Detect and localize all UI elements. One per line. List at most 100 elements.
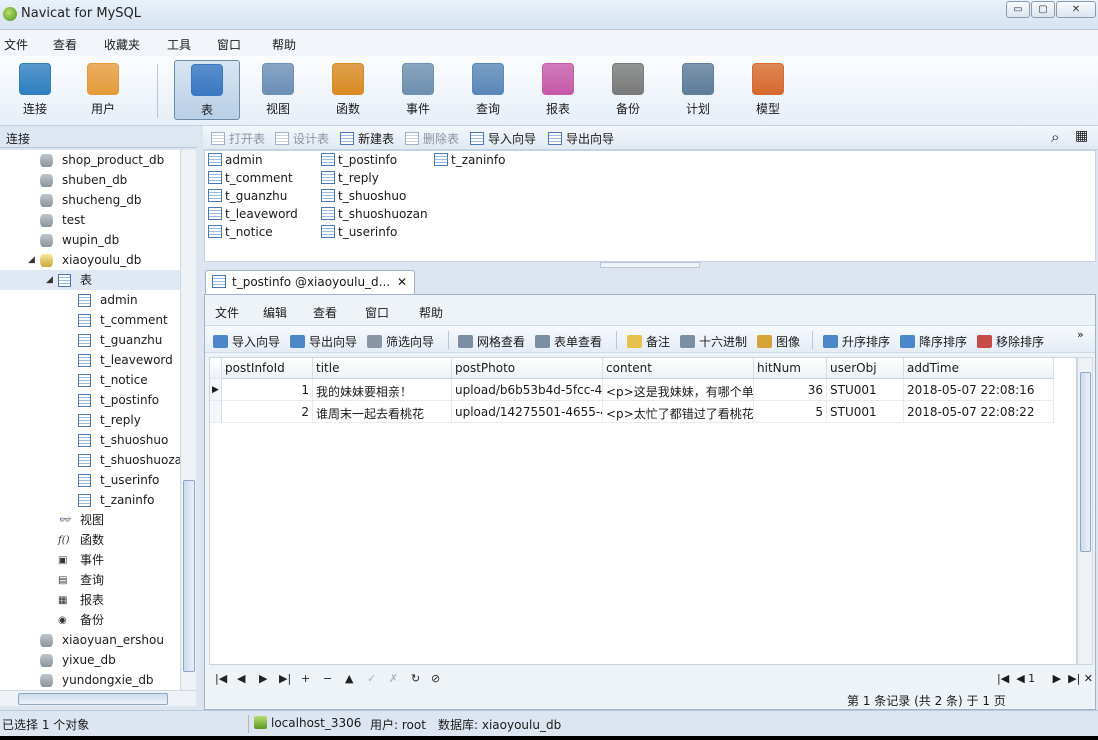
tree-item--[interactable]: ▦ 报表	[0, 590, 180, 610]
tab-t-postinfo[interactable]: t_postinfo @xiaoyoulu_d... ✕	[205, 270, 415, 294]
tree-item-yixue-db[interactable]: yixue_db	[0, 650, 180, 670]
new-table-button[interactable]: 新建表	[340, 130, 394, 147]
inner-menu-edit[interactable]: 编辑	[263, 304, 287, 321]
table-cell[interactable]: 1	[222, 379, 313, 401]
expand-arrow-icon[interactable]: ◢	[28, 250, 35, 270]
current-row-marker[interactable]: ▶	[210, 379, 222, 401]
menu-help[interactable]: 帮助	[272, 36, 296, 53]
table-cell[interactable]: STU001	[827, 379, 904, 401]
last-record-button[interactable]: ▶|	[279, 672, 291, 685]
toolbar-function-button[interactable]: 函数	[315, 60, 381, 120]
column-header-addtime[interactable]: addTime	[904, 358, 1054, 379]
menu-view[interactable]: 查看	[53, 36, 77, 53]
tree-item-wupin-db[interactable]: wupin_db	[0, 230, 180, 250]
delete-table-button[interactable]: 删除表	[405, 130, 459, 147]
tree-item--[interactable]: ◉ 备份	[0, 610, 180, 630]
tree-item-t-notice[interactable]: t_notice	[0, 370, 180, 390]
table-cell[interactable]: 36	[754, 379, 827, 401]
tree-item-xiaoyuan-ershou[interactable]: xiaoyuan_ershou	[0, 630, 180, 650]
pager-page-number[interactable]: 1	[1028, 672, 1035, 685]
table-cell[interactable]: <p>太忙了都错过了看桃花	[603, 401, 754, 423]
tree-vertical-scrollbar[interactable]	[180, 150, 196, 690]
tree-item--[interactable]: ▤ 查询	[0, 570, 180, 590]
toolbar-overflow-icon[interactable]: »	[1077, 328, 1084, 341]
panel-splitter[interactable]	[197, 126, 203, 708]
next-record-button[interactable]: ▶	[259, 672, 267, 685]
column-header-postphoto[interactable]: postPhoto	[452, 358, 603, 379]
toolbar-event-button[interactable]: 事件	[385, 60, 451, 120]
inner-import-wizard-button[interactable]: 导入向导	[213, 333, 280, 350]
tree-item-xiaoyoulu-db[interactable]: ◢ xiaoyoulu_db	[0, 250, 180, 270]
tree-item-t-shuoshuozan[interactable]: t_shuoshuozan	[0, 450, 180, 470]
sort-descending-button[interactable]: 降序排序	[900, 333, 967, 350]
column-header-content[interactable]: content	[603, 358, 754, 379]
tree-item-t-userinfo[interactable]: t_userinfo	[0, 470, 180, 490]
table-cell[interactable]: 5	[754, 401, 827, 423]
scroll-thumb[interactable]	[18, 693, 168, 705]
inner-menu-help[interactable]: 帮助	[419, 304, 443, 321]
minimize-button[interactable]: ▭	[1006, 1, 1030, 18]
toolbar-query-button[interactable]: 查询	[455, 60, 521, 120]
toolbar-table-button[interactable]: 表	[174, 60, 240, 120]
pager-tools-icon[interactable]: ✕	[1084, 672, 1093, 685]
object-item-t-userinfo[interactable]: t_userinfo	[321, 225, 397, 239]
search-icon[interactable]: ⌕	[1051, 128, 1059, 146]
tree-item-t-comment[interactable]: t_comment	[0, 310, 180, 330]
tree-item-t-shuoshuo[interactable]: t_shuoshuo	[0, 430, 180, 450]
tree-item--[interactable]: f() 函数	[0, 530, 180, 550]
tree-item-t-reply[interactable]: t_reply	[0, 410, 180, 430]
sort-ascending-button[interactable]: 升序排序	[823, 333, 890, 350]
column-header-userobj[interactable]: userObj	[827, 358, 904, 379]
table-cell[interactable]: 2018-05-07 22:08:16	[904, 379, 1054, 401]
form-view-button[interactable]: 表单查看	[535, 333, 602, 350]
object-item-t-shuoshuo[interactable]: t_shuoshuo	[321, 189, 406, 203]
tree-item--[interactable]: 👓 视图	[0, 510, 180, 530]
open-table-button[interactable]: 打开表	[211, 130, 265, 147]
object-item-t-shuoshuozan[interactable]: t_shuoshuozan	[321, 207, 428, 221]
menu-window[interactable]: 窗口	[217, 36, 241, 53]
refresh-button[interactable]: ↻	[411, 672, 420, 685]
table-cell[interactable]: upload/14275501-4655-4	[452, 401, 603, 423]
object-item-t-postinfo[interactable]: t_postinfo	[321, 153, 397, 167]
tree-item-t-leaveword[interactable]: t_leaveword	[0, 350, 180, 370]
inner-menu-file[interactable]: 文件	[215, 304, 239, 321]
prev-record-button[interactable]: ◀	[237, 672, 245, 685]
pager-first-button[interactable]: |◀	[997, 672, 1009, 685]
toolbar-view-button[interactable]: 视图	[245, 60, 311, 120]
tree-item-admin[interactable]: admin	[0, 290, 180, 310]
tree-item--[interactable]: ◢ 表	[0, 270, 180, 290]
tree-item-t-zaninfo[interactable]: t_zaninfo	[0, 490, 180, 510]
close-button[interactable]: ✕	[1056, 1, 1096, 18]
column-header-hitnum[interactable]: hitNum	[754, 358, 827, 379]
object-item-t-guanzhu[interactable]: t_guanzhu	[208, 189, 287, 203]
tree-item-shop-product-db[interactable]: shop_product_db	[0, 150, 180, 170]
toolbar-report-button[interactable]: 报表	[525, 60, 591, 120]
menu-favorites[interactable]: 收藏夹	[104, 36, 140, 53]
tree-item--[interactable]: ▣ 事件	[0, 550, 180, 570]
menu-tools[interactable]: 工具	[167, 36, 191, 53]
tree-item-shucheng-db[interactable]: shucheng_db	[0, 190, 180, 210]
object-item-t-comment[interactable]: t_comment	[208, 171, 293, 185]
table-cell[interactable]: 2	[222, 401, 313, 423]
tree-horizontal-scrollbar[interactable]	[0, 690, 196, 706]
tree-item-shuben-db[interactable]: shuben_db	[0, 170, 180, 190]
table-cell[interactable]: STU001	[827, 401, 904, 423]
tree-item-yundongxie-db[interactable]: yundongxie_db	[0, 670, 180, 690]
scroll-thumb[interactable]	[1080, 372, 1091, 552]
pager-prev-button[interactable]: ◀	[1016, 672, 1024, 685]
inner-menu-window[interactable]: 窗口	[365, 304, 389, 321]
toolbar-backup-button[interactable]: 备份	[595, 60, 661, 120]
memo-button[interactable]: 备注	[627, 333, 670, 350]
view-mode-icon[interactable]: ▦	[1075, 128, 1088, 144]
maximize-button[interactable]: ▢	[1031, 1, 1055, 18]
filter-wizard-button[interactable]: 筛选向导	[367, 333, 434, 350]
resize-grip[interactable]	[600, 262, 700, 268]
tree-item-t-postinfo[interactable]: t_postinfo	[0, 390, 180, 410]
object-item-admin[interactable]: admin	[208, 153, 263, 167]
stop-button[interactable]: ⊘	[431, 672, 440, 685]
apply-changes-button[interactable]: ✓	[367, 672, 376, 685]
first-record-button[interactable]: |◀	[215, 672, 227, 685]
toolbar-connection-button[interactable]: 连接	[2, 60, 68, 120]
add-record-button[interactable]: +	[301, 672, 310, 685]
close-tab-icon[interactable]: ✕	[397, 275, 407, 289]
